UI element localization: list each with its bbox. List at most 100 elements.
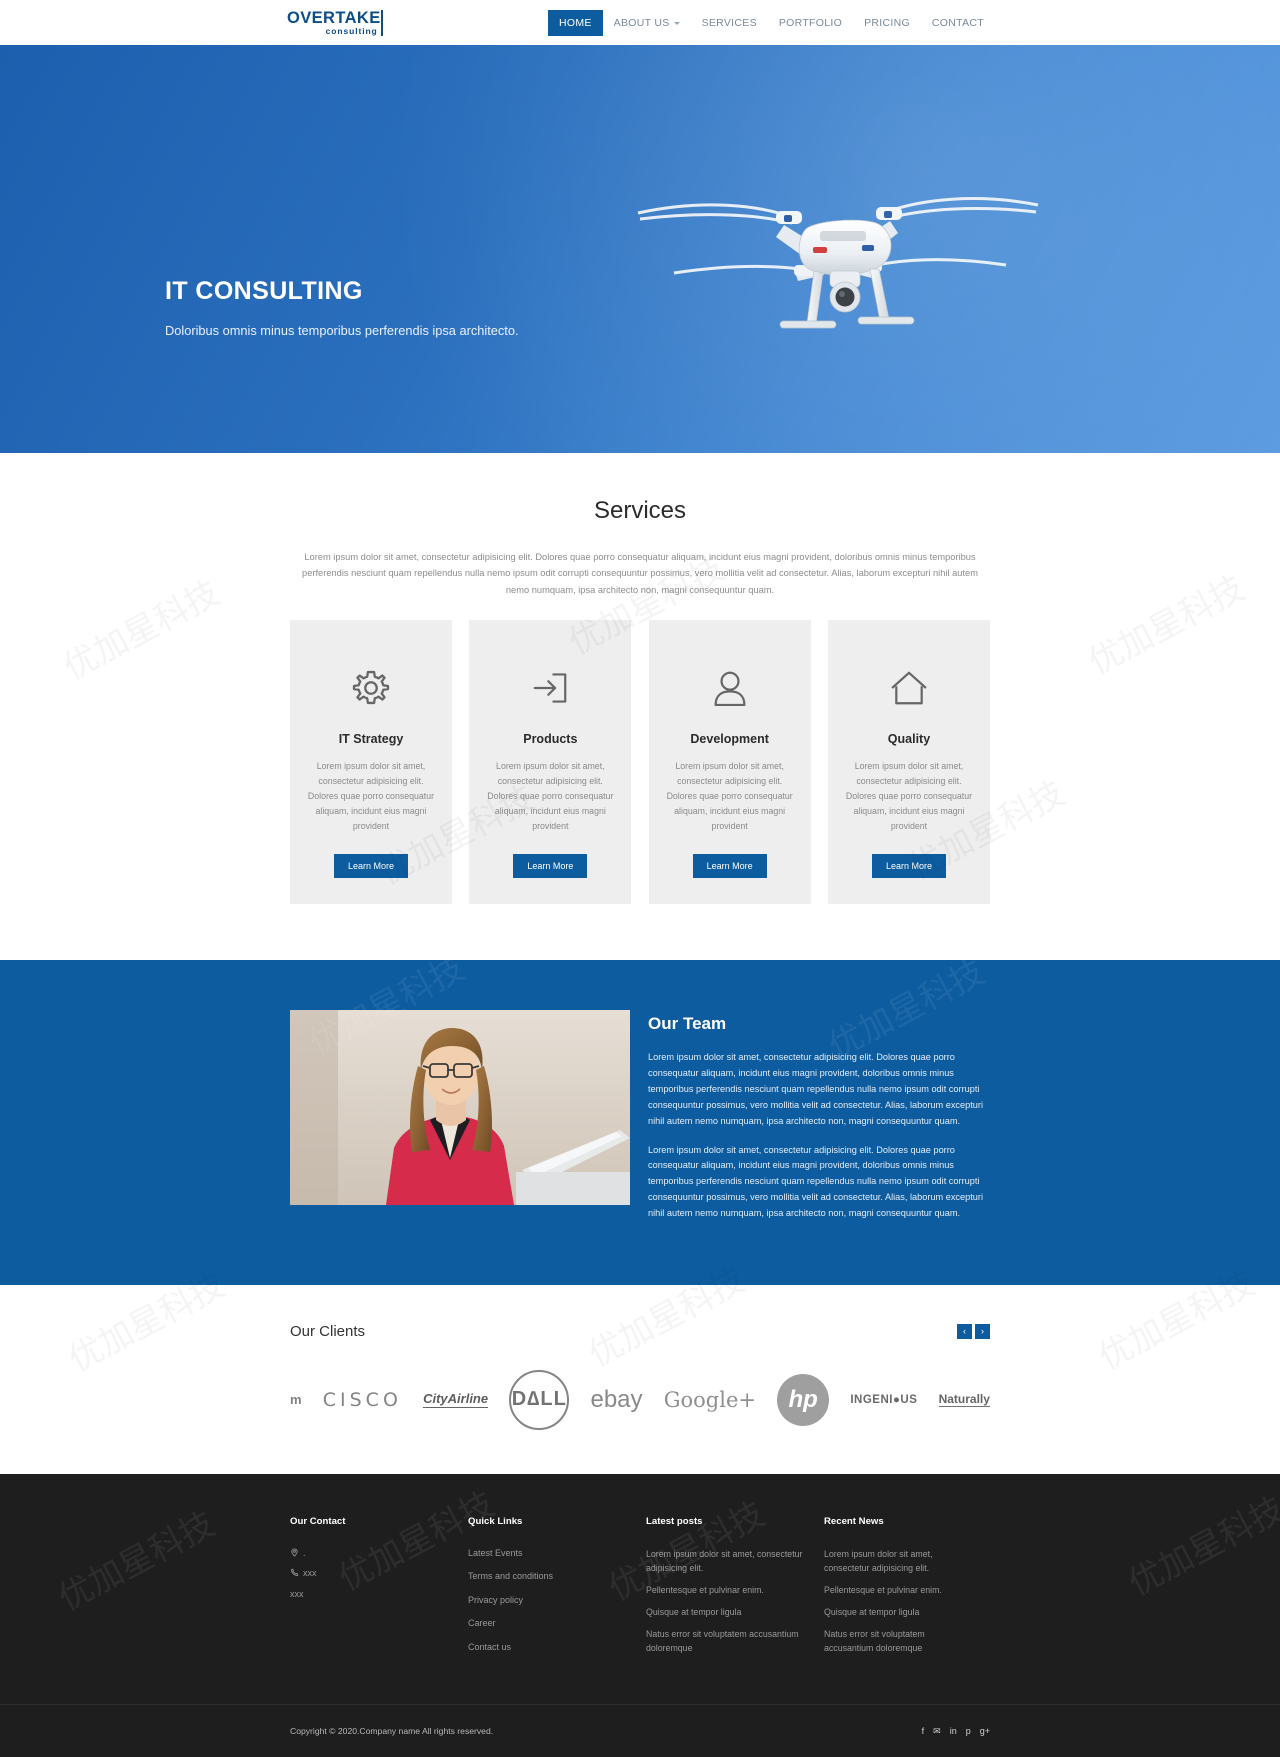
footer-contact-item: . <box>290 1547 454 1561</box>
hero-text-block: IT CONSULTING Doloribus omnis minus temp… <box>165 277 519 338</box>
footer-news-item[interactable]: Quisque at tempor ligula <box>824 1605 976 1619</box>
nav-item-home[interactable]: HOME <box>547 9 603 36</box>
chevron-down-icon <box>673 21 680 25</box>
carousel-next-button[interactable]: › <box>975 1323 990 1339</box>
google-plus-logo-text: Google+ <box>663 1387 756 1412</box>
team-paragraph-1: Lorem ipsum dolor sit amet, consectetur … <box>648 1052 983 1126</box>
footer-contact-item: xxx <box>290 1588 454 1602</box>
footer-column-latest-posts: Latest posts Lorem ipsum dolor sit amet, … <box>646 1516 824 1665</box>
clients-title: Our Clients <box>290 1322 366 1340</box>
ebay-logo: ebay <box>590 1386 642 1414</box>
client-logo-list: m CISCO CityAirline D∆LL ebay Google+ hp INGENI… <box>290 1369 990 1430</box>
footer-contact-text: . <box>303 1547 306 1558</box>
logo-primary-text: OVERTAKE <box>287 8 381 27</box>
dell-logo-text: D∆LL <box>509 1369 570 1430</box>
watermark: 优加星科技 <box>53 566 226 689</box>
site-footer: 优加星科技 优加星科技 优加星科技 优加星科技 Our Contact. xxx x… <box>0 1473 1280 1757</box>
home-icon <box>886 662 932 714</box>
team-section: 优加星科技 优加星科技 Our Team Lorem ipsum dolor s… <box>0 948 1280 1285</box>
hero-title: IT CONSULTING <box>165 277 363 305</box>
learn-more-button[interactable]: Learn More <box>692 854 767 879</box>
nav-item-label: PORTFOLIO <box>778 16 843 29</box>
carousel-prev-button[interactable]: ‹ <box>957 1323 972 1339</box>
team-paragraph-2: Lorem ipsum dolor sit amet, consectetur … <box>648 1144 983 1218</box>
nav-item-label: SERVICES <box>701 16 757 29</box>
twitter-icon[interactable]: ✉ <box>933 1726 941 1736</box>
nav-item-label: PRICING <box>864 16 910 29</box>
watermark: 优加星科技 <box>1078 561 1251 684</box>
nav-item-label: HOME <box>558 16 592 29</box>
hero-banner: IT CONSULTING Doloribus omnis minus temp… <box>0 45 1280 453</box>
service-card-title: Development <box>690 731 769 746</box>
phone-icon <box>290 1568 303 1578</box>
nav-item-pricing[interactable]: PRICING <box>853 10 921 36</box>
cisco-logo-text: CISCO <box>322 1388 402 1411</box>
drone-illustration <box>608 165 1058 395</box>
logo-bar-decoration <box>380 9 383 36</box>
site-header: OVERTAKE consulting HOME ABOUT US SERVICES… <box>0 0 1280 45</box>
services-title: Services <box>593 497 687 524</box>
service-card-title: Quality <box>887 731 931 746</box>
social-links: f ✉ in p g+ <box>922 1726 990 1736</box>
footer-link[interactable]: Contact us <box>468 1641 632 1655</box>
cityairline-logo-text: CityAirline <box>423 1391 489 1409</box>
site-logo[interactable]: OVERTAKE consulting <box>285 8 383 36</box>
service-card-development: Development Lorem ipsum dolor sit amet, c… <box>648 619 811 905</box>
nav-item-about-us[interactable]: ABOUT US <box>603 10 691 36</box>
page-root: OVERTAKE consulting HOME ABOUT US SERVICES… <box>0 0 1280 1757</box>
gear-icon <box>348 662 394 714</box>
linkedin-icon[interactable]: in <box>950 1726 957 1736</box>
nav-item-label: ABOUT US <box>613 16 670 29</box>
naturally-logo: Naturally <box>938 1392 990 1408</box>
nav-item-services[interactable]: SERVICES <box>691 10 768 36</box>
learn-more-button[interactable]: Learn More <box>513 854 588 879</box>
ingenious-logo: INGENI●US <box>850 1394 917 1406</box>
service-card-text: Lorem ipsum dolor sit amet, consectetur … <box>307 760 435 832</box>
clients-carousel-controls: ‹ › <box>957 1323 990 1339</box>
footer-news-item[interactable]: Lorem ipsum dolor sit amet, consectetur … <box>824 1547 976 1575</box>
dell-logo: D∆LL <box>509 1369 570 1430</box>
hero-subtitle: Doloribus omnis minus temporibus perfere… <box>165 323 519 338</box>
learn-more-button[interactable]: Learn More <box>871 854 946 879</box>
nav-item-label: CONTACT <box>931 16 984 29</box>
footer-news-item[interactable]: Pellentesque et pulvinar enim. <box>646 1583 810 1597</box>
team-copy: Our Team Lorem ipsum dolor sit amet, con… <box>648 1010 990 1234</box>
footer-link[interactable]: Latest Events <box>468 1547 632 1561</box>
footer-columns: Our Contact. xxx xxx Quick Links Latest Even… <box>290 1516 990 1665</box>
cisco-logo: CISCO <box>323 1389 402 1411</box>
logo-secondary-text: consulting <box>325 26 378 36</box>
footer-news-item[interactable]: Lorem ipsum dolor sit amet, consectetur … <box>646 1547 810 1575</box>
naturally-logo-text: Naturally <box>938 1392 990 1408</box>
hp-logo-text: hp <box>777 1373 830 1426</box>
learn-more-button[interactable]: Learn More <box>333 854 409 879</box>
nav-item-portfolio[interactable]: PORTFOLIO <box>768 10 853 36</box>
service-card-it-strategy: IT Strategy Lorem ipsum dolor sit amet, c… <box>290 619 452 905</box>
copyright-text: Copyright © 2020.Company name All rights… <box>290 1726 494 1737</box>
footer-column-title: Our Contact <box>290 1515 346 1527</box>
clients-section: 优加星科技 优加星科技 优加星科技 Our Clients ‹ › mCISCO… <box>0 1260 1280 1474</box>
footer-link[interactable]: Career <box>468 1617 632 1631</box>
footer-link[interactable]: Terms and conditions <box>468 1570 632 1584</box>
team-title: Our Team <box>648 1014 727 1034</box>
service-card-title: Products <box>523 731 578 746</box>
footer-link[interactable]: Privacy policy <box>468 1594 632 1608</box>
service-card-text: Lorem ipsum dolor sit amet, consectetur … <box>666 760 793 832</box>
service-card-text: Lorem ipsum dolor sit amet, consectetur … <box>845 760 973 832</box>
google-plus-icon[interactable]: g+ <box>980 1726 990 1736</box>
footer-column-title: Quick Links <box>468 1515 523 1527</box>
service-card-quality: Quality Lorem ipsum dolor sit amet, conse… <box>827 619 990 905</box>
footer-bottom-bar: Copyright © 2020.Company name All rights… <box>0 1704 1280 1757</box>
pinterest-icon[interactable]: p <box>966 1726 971 1736</box>
cityairline-logo: CityAirline <box>423 1391 489 1409</box>
footer-news-item[interactable]: Natus error sit voluptatem accusantium d… <box>824 1627 976 1655</box>
hp-logo: hp <box>777 1373 830 1426</box>
footer-news-item[interactable]: Quisque at tempor ligula <box>646 1605 810 1619</box>
footer-news-item[interactable]: Natus error sit voluptatem accusantium d… <box>646 1627 810 1655</box>
watermark: 优加星科技 <box>52 1503 222 1619</box>
footer-column-our-contact: Our Contact. xxx xxx <box>290 1516 468 1665</box>
facebook-icon[interactable]: f <box>922 1726 925 1736</box>
footer-contact-text: xxx <box>290 1588 304 1599</box>
ebay-logo-text: ebay <box>590 1385 643 1413</box>
footer-news-item[interactable]: Pellentesque et pulvinar enim. <box>824 1583 976 1597</box>
nav-item-contact[interactable]: CONTACT <box>921 10 995 36</box>
